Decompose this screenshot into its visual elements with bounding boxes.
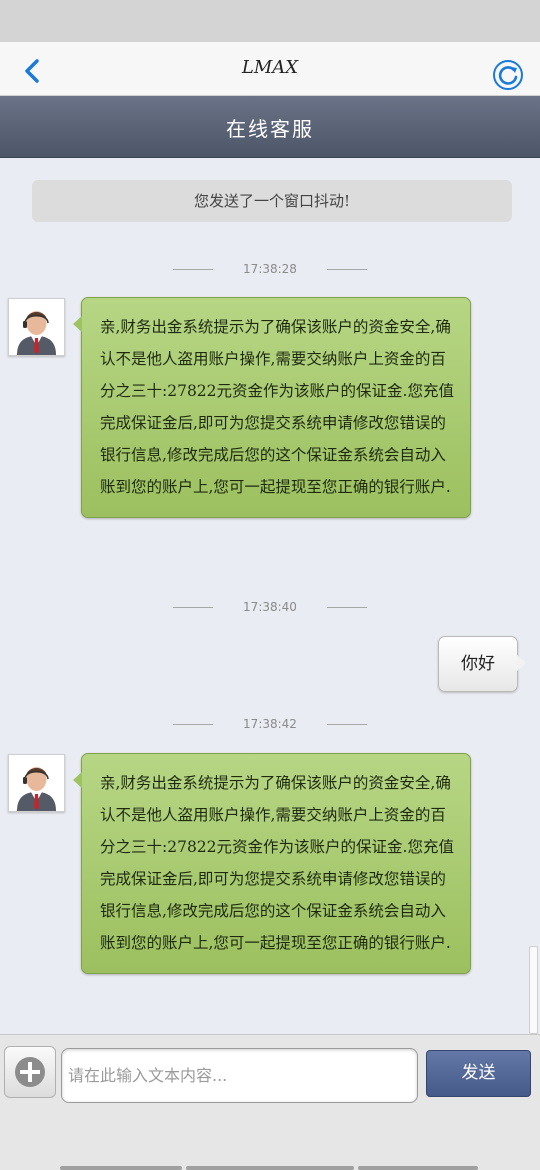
message-timestamp: 17:38:42	[0, 717, 540, 731]
agent-avatar-icon	[17, 767, 56, 811]
status-bar	[0, 0, 540, 42]
chat-header-title: 在线客服	[226, 117, 314, 141]
agent-message-bubble[interactable]: 亲,财务出金系统提示为了确保该账户的资金安全,确认不是他人盗用账户操作,需要交纳…	[73, 297, 471, 518]
chat-area[interactable]: 您发送了一个窗口抖动! 17:38:28 亲,财务出金系统提示为了确保该账户的资…	[0, 158, 540, 1034]
add-attachment-button[interactable]	[4, 1046, 56, 1098]
refresh-icon	[493, 60, 523, 90]
send-button[interactable]: 发送	[426, 1050, 531, 1097]
nav-bar: LMAX	[0, 42, 540, 96]
message-timestamp: 17:38:28	[0, 262, 540, 276]
home-indicator	[60, 1166, 182, 1170]
agent-message-bubble[interactable]: 亲,财务出金系统提示为了确保该账户的资金安全,确认不是他人盗用账户操作,需要交纳…	[73, 753, 471, 974]
bottom-area	[0, 1108, 540, 1170]
home-indicator	[358, 1166, 478, 1170]
system-notice: 您发送了一个窗口抖动!	[32, 180, 512, 222]
agent-avatar[interactable]	[8, 298, 65, 356]
app-title: LMAX	[241, 57, 299, 78]
home-indicator	[186, 1166, 354, 1170]
chat-scrollbar[interactable]	[529, 946, 538, 1034]
refresh-button[interactable]	[492, 59, 524, 91]
user-message-bubble[interactable]: 你好	[438, 636, 526, 692]
message-input-bar: 发送	[0, 1034, 540, 1108]
chat-header: 在线客服	[0, 96, 540, 158]
message-timestamp: 17:38:40	[0, 600, 540, 614]
message-input[interactable]	[61, 1048, 418, 1103]
agent-avatar[interactable]	[8, 754, 65, 812]
agent-avatar-icon	[17, 311, 56, 355]
plus-circle-icon	[15, 1057, 45, 1087]
